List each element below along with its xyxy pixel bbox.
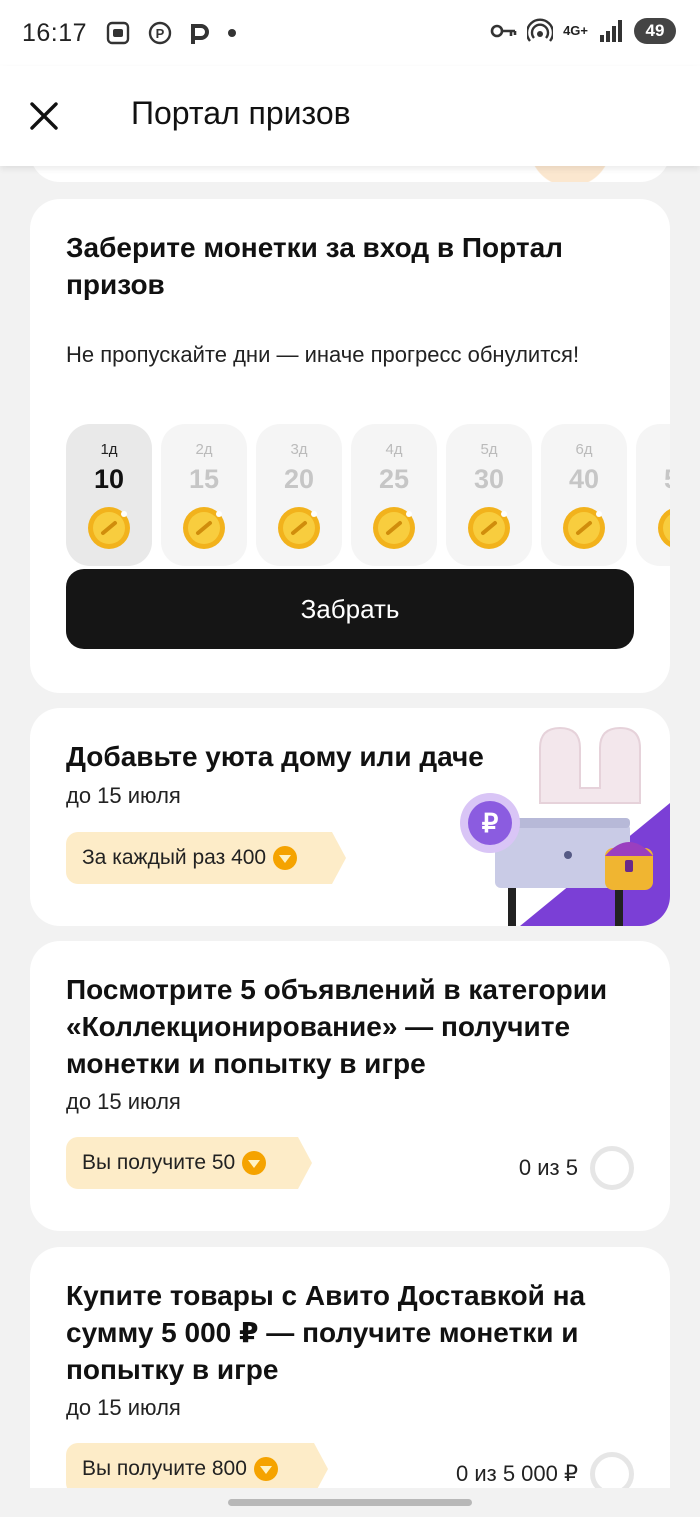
previous-card <box>30 166 670 182</box>
p-app-icon <box>189 20 211 46</box>
task-card-delivery[interactable]: Купите товары с Авито Доставкой на сумму… <box>30 1247 670 1517</box>
svg-text:₽: ₽ <box>482 808 499 838</box>
day-label: 5д <box>480 441 498 458</box>
day-label: 7д <box>636 441 670 458</box>
battery-indicator: 49 <box>634 18 676 44</box>
task-deadline: до 15 июля <box>66 783 181 808</box>
gem-icon <box>273 846 298 870</box>
coin-icon <box>371 505 417 551</box>
daily-subtitle: Не пропускайте дни — иначе прогресс обну… <box>66 342 580 367</box>
coins-illustration <box>510 166 670 182</box>
task-progress: 0 из 5 <box>519 1146 634 1190</box>
parking-icon: P <box>147 20 173 46</box>
day-amount: 40 <box>568 464 600 494</box>
task-deadline: до 15 июля <box>66 1395 181 1420</box>
status-right: 4G+ 49 <box>489 18 676 44</box>
day-label: 2д <box>195 441 213 458</box>
close-icon[interactable] <box>26 98 62 134</box>
reward-text: Вы получите 800 <box>82 1457 247 1480</box>
coin-icon <box>561 505 607 551</box>
gem-icon <box>253 1457 278 1481</box>
task-card-collectibles[interactable]: Посмотрите 5 объявлений в категории «Кол… <box>30 941 670 1231</box>
coin-icon <box>466 505 512 551</box>
day-amount: 20 <box>283 464 315 494</box>
content-scroll[interactable]: Заберите монетки за вход в Портал призов… <box>0 166 700 1517</box>
network-type: 4G+ <box>563 23 588 38</box>
day-amount: 10 <box>93 464 125 494</box>
reward-badge: Вы получите 50 <box>66 1137 312 1189</box>
day-amount: 15 <box>188 464 220 494</box>
system-nav-bar <box>0 1488 700 1517</box>
app-header: Портал призов <box>0 66 700 166</box>
dot-icon <box>227 28 237 38</box>
day-label: 1д <box>100 441 118 458</box>
progress-ring <box>590 1146 634 1190</box>
progress-text: 0 из 5 000 ₽ <box>456 1461 578 1486</box>
status-left-icons: P <box>105 20 237 46</box>
coin-icon <box>656 505 670 551</box>
coin-icon <box>86 505 132 551</box>
claim-button[interactable]: Забрать <box>66 569 634 649</box>
task-title: Добавьте уюта дому или даче <box>66 741 484 772</box>
status-time: 16:17 <box>22 18 88 47</box>
screenshot-icon <box>105 20 131 46</box>
reward-text: За каждый раз 400 <box>82 846 267 869</box>
status-bar: 16:17 P 4G+ 49 <box>0 0 700 66</box>
coin-icon <box>276 505 322 551</box>
day-tile[interactable]: 5д 30 <box>446 424 532 566</box>
task-deadline: до 15 июля <box>66 1089 181 1114</box>
signal-icon <box>598 19 624 43</box>
day-label: 3д <box>290 441 308 458</box>
day-tile[interactable]: 2д 15 <box>161 424 247 566</box>
task-card-cozy[interactable]: Добавьте уюта дому или даче до 15 июля З… <box>30 708 670 926</box>
progress-text: 0 из 5 <box>518 1155 578 1180</box>
day-tile[interactable]: 4д 25 <box>351 424 437 566</box>
key-icon <box>489 21 517 41</box>
day-amount: 50 <box>636 464 670 495</box>
days-row[interactable]: 1д 10 2д 15 3д 20 4д 25 5д 30 6д 40 <box>66 424 670 566</box>
home-indicator[interactable] <box>228 1499 472 1506</box>
day-tile[interactable]: 6д 40 <box>541 424 627 566</box>
day-tile[interactable]: 3д 20 <box>256 424 342 566</box>
daily-title: Заберите монетки за вход в Портал призов <box>66 232 563 300</box>
day-label: 4д <box>385 441 403 458</box>
day-label: 6д <box>575 441 593 458</box>
reward-text: Вы получите 50 <box>82 1151 236 1174</box>
daily-login-card: Заберите монетки за вход в Портал призов… <box>30 199 670 693</box>
home-decor-illustration: ₽ <box>430 708 670 926</box>
day-amount: 25 <box>378 464 410 494</box>
page-title: Портал призов <box>131 95 351 131</box>
day-tile[interactable]: 7д 50 <box>636 424 670 566</box>
task-title: Посмотрите 5 объявлений в категории «Кол… <box>66 974 608 1079</box>
svg-text:P: P <box>156 26 165 41</box>
gem-icon <box>242 1151 267 1175</box>
reward-badge: За каждый раз 400 <box>66 832 346 884</box>
coin-icon <box>181 505 227 551</box>
day-tile[interactable]: 1д 10 <box>66 424 152 566</box>
day-amount: 30 <box>473 464 505 494</box>
task-title: Купите товары с Авито Доставкой на сумму… <box>66 1280 586 1385</box>
hotspot-icon <box>527 18 554 44</box>
